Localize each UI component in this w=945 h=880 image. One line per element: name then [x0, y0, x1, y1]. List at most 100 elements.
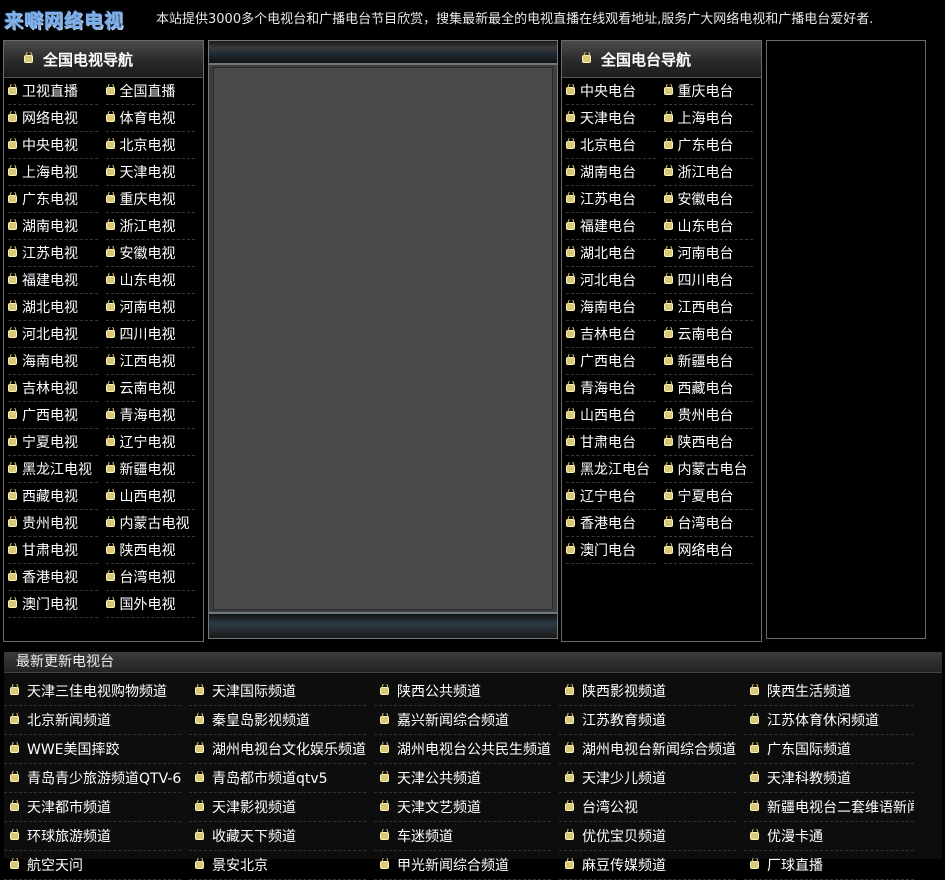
- latest-station-item[interactable]: 天津文艺频道: [374, 793, 551, 822]
- radio-nav-item[interactable]: 山西电台: [566, 402, 656, 429]
- latest-station-item[interactable]: 嘉兴新闻综合频道: [374, 706, 551, 735]
- tv-nav-item[interactable]: 福建电视: [8, 267, 98, 294]
- tv-nav-item[interactable]: 台湾电视: [105, 564, 195, 591]
- latest-station-item[interactable]: 天津科教频道: [744, 764, 914, 793]
- radio-nav-item[interactable]: 广东电台: [663, 132, 753, 159]
- radio-nav-item[interactable]: 新疆电台: [663, 348, 753, 375]
- tv-nav-item[interactable]: 云南电视: [105, 375, 195, 402]
- tv-nav-item[interactable]: 香港电视: [8, 564, 98, 591]
- tv-nav-item[interactable]: 山东电视: [105, 267, 195, 294]
- radio-nav-item[interactable]: 西藏电台: [663, 375, 753, 402]
- tv-nav-item[interactable]: 中央电视: [8, 132, 98, 159]
- latest-station-item[interactable]: 青岛青少旅游频道QTV-6: [4, 764, 181, 793]
- tv-nav-item[interactable]: 湖北电视: [8, 294, 98, 321]
- latest-station-item[interactable]: 秦皇岛影视频道: [189, 706, 366, 735]
- radio-nav-item[interactable]: 江西电台: [663, 294, 753, 321]
- latest-station-item[interactable]: 甲光新闻综合频道: [374, 851, 551, 880]
- tv-nav-item[interactable]: 浙江电视: [105, 213, 195, 240]
- tv-nav-item[interactable]: 新疆电视: [105, 456, 195, 483]
- player-control-bar[interactable]: [209, 612, 557, 638]
- latest-station-item[interactable]: 广东国际频道: [744, 735, 914, 764]
- radio-nav-item[interactable]: 澳门电台: [566, 537, 656, 564]
- latest-station-item[interactable]: 湖州电视台新闻综合频道: [559, 735, 736, 764]
- tv-nav-item[interactable]: 湖南电视: [8, 213, 98, 240]
- tv-nav-item[interactable]: 网络电视: [8, 105, 98, 132]
- tv-nav-item[interactable]: 全国直播: [105, 78, 195, 105]
- radio-nav-item[interactable]: 辽宁电台: [566, 483, 656, 510]
- radio-nav-item[interactable]: 甘肃电台: [566, 429, 656, 456]
- latest-station-item[interactable]: 天津国际频道: [189, 677, 366, 706]
- radio-nav-item[interactable]: 山东电台: [663, 213, 753, 240]
- radio-nav-item[interactable]: 海南电台: [566, 294, 656, 321]
- radio-nav-item[interactable]: 贵州电台: [663, 402, 753, 429]
- tv-nav-item[interactable]: 海南电视: [8, 348, 98, 375]
- tv-nav-item[interactable]: 西藏电视: [8, 483, 98, 510]
- latest-station-item[interactable]: 厂球直播: [744, 851, 914, 880]
- tv-nav-item[interactable]: 青海电视: [105, 402, 195, 429]
- latest-station-item[interactable]: 北京新闻频道: [4, 706, 181, 735]
- radio-nav-item[interactable]: 内蒙古电台: [663, 456, 753, 483]
- latest-station-item[interactable]: 优漫卡通: [744, 822, 914, 851]
- latest-station-item[interactable]: 收藏天下频道: [189, 822, 366, 851]
- radio-nav-item[interactable]: 湖北电台: [566, 240, 656, 267]
- latest-station-item[interactable]: 天津影视频道: [189, 793, 366, 822]
- latest-station-item[interactable]: 优优宝贝频道: [559, 822, 736, 851]
- latest-station-item[interactable]: 景安北京: [189, 851, 366, 880]
- tv-nav-item[interactable]: 北京电视: [105, 132, 195, 159]
- site-logo[interactable]: 来噼网络电视: [4, 6, 124, 32]
- tv-nav-item[interactable]: 甘肃电视: [8, 537, 98, 564]
- tv-nav-item[interactable]: 卫视直播: [8, 78, 98, 105]
- latest-station-item[interactable]: 天津少儿频道: [559, 764, 736, 793]
- latest-station-item[interactable]: 青岛都市频道qtv5: [189, 764, 366, 793]
- radio-nav-item[interactable]: 河北电台: [566, 267, 656, 294]
- tv-nav-item[interactable]: 河北电视: [8, 321, 98, 348]
- tv-nav-item[interactable]: 体育电视: [105, 105, 195, 132]
- radio-nav-item[interactable]: 广西电台: [566, 348, 656, 375]
- latest-station-item[interactable]: 天津公共频道: [374, 764, 551, 793]
- latest-station-item[interactable]: 天津都市频道: [4, 793, 181, 822]
- latest-station-item[interactable]: 陕西生活频道: [744, 677, 914, 706]
- player-screen[interactable]: [213, 67, 553, 610]
- latest-station-item[interactable]: 环球旅游频道: [4, 822, 181, 851]
- radio-nav-item[interactable]: 江苏电台: [566, 186, 656, 213]
- tv-nav-item[interactable]: 广西电视: [8, 402, 98, 429]
- tv-nav-item[interactable]: 贵州电视: [8, 510, 98, 537]
- tv-nav-item[interactable]: 内蒙古电视: [105, 510, 195, 537]
- latest-station-item[interactable]: 江苏教育频道: [559, 706, 736, 735]
- radio-nav-item[interactable]: 上海电台: [663, 105, 753, 132]
- latest-station-item[interactable]: 湖州电视台文化娱乐频道: [189, 735, 366, 764]
- latest-station-item[interactable]: 天津三佳电视购物频道: [4, 677, 181, 706]
- radio-nav-item[interactable]: 中央电台: [566, 78, 656, 105]
- radio-nav-item[interactable]: 福建电台: [566, 213, 656, 240]
- tv-nav-item[interactable]: 国外电视: [105, 591, 195, 618]
- radio-nav-item[interactable]: 陕西电台: [663, 429, 753, 456]
- latest-station-item[interactable]: 麻豆传媒频道: [559, 851, 736, 880]
- tv-nav-item[interactable]: 河南电视: [105, 294, 195, 321]
- radio-nav-item[interactable]: 青海电台: [566, 375, 656, 402]
- radio-nav-item[interactable]: 重庆电台: [663, 78, 753, 105]
- tv-nav-item[interactable]: 吉林电视: [8, 375, 98, 402]
- radio-nav-item[interactable]: 云南电台: [663, 321, 753, 348]
- radio-nav-item[interactable]: 天津电台: [566, 105, 656, 132]
- tv-nav-item[interactable]: 重庆电视: [105, 186, 195, 213]
- radio-nav-item[interactable]: 安徽电台: [663, 186, 753, 213]
- tv-nav-item[interactable]: 陕西电视: [105, 537, 195, 564]
- radio-nav-item[interactable]: 台湾电台: [663, 510, 753, 537]
- tv-nav-item[interactable]: 辽宁电视: [105, 429, 195, 456]
- latest-station-item[interactable]: WWE美国摔跤: [4, 735, 181, 764]
- video-player-area[interactable]: [208, 40, 558, 639]
- latest-station-item[interactable]: 江苏体育休闲频道: [744, 706, 914, 735]
- tv-nav-item[interactable]: 宁夏电视: [8, 429, 98, 456]
- tv-nav-item[interactable]: 江西电视: [105, 348, 195, 375]
- radio-nav-item[interactable]: 宁夏电台: [663, 483, 753, 510]
- radio-nav-item[interactable]: 网络电台: [663, 537, 753, 564]
- radio-nav-item[interactable]: 浙江电台: [663, 159, 753, 186]
- radio-nav-item[interactable]: 四川电台: [663, 267, 753, 294]
- tv-nav-item[interactable]: 山西电视: [105, 483, 195, 510]
- latest-station-item[interactable]: 车迷频道: [374, 822, 551, 851]
- tv-nav-item[interactable]: 黑龙江电视: [8, 456, 98, 483]
- radio-nav-item[interactable]: 香港电台: [566, 510, 656, 537]
- radio-nav-item[interactable]: 吉林电台: [566, 321, 656, 348]
- latest-station-item[interactable]: 台湾公视: [559, 793, 736, 822]
- latest-station-item[interactable]: 新疆电视台二套维语新闻综合: [744, 793, 914, 822]
